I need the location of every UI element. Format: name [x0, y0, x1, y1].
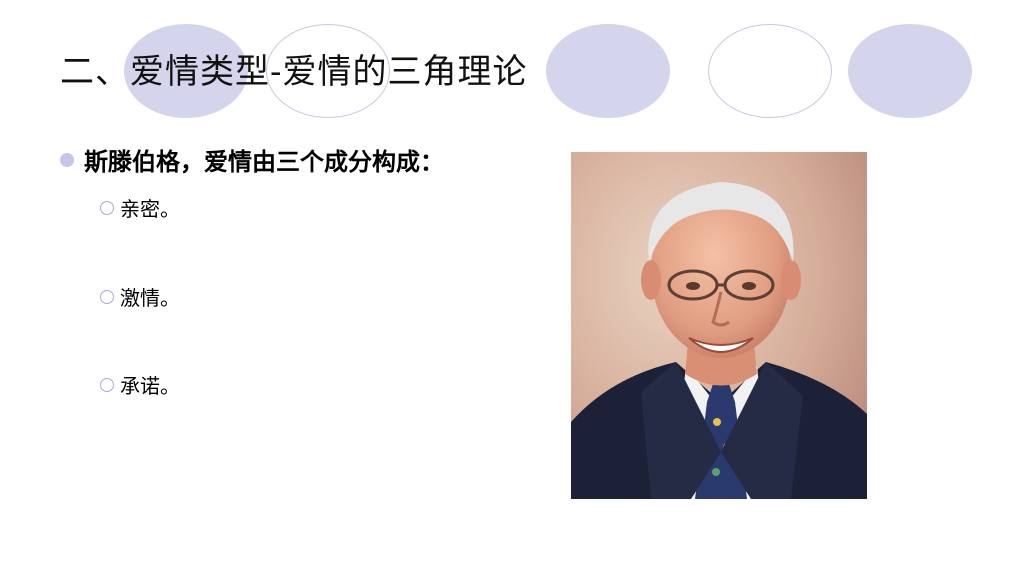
decor-circle-5 [848, 24, 972, 118]
slide-title: 二、爱情类型-爱情的三角理论 [60, 52, 528, 92]
list-item-1: 亲密。 [100, 193, 180, 222]
ring-bullet-icon [100, 289, 114, 304]
ring-bullet-icon [100, 377, 114, 392]
ring-bullet-icon [100, 200, 114, 215]
decor-circle-3 [546, 24, 670, 118]
list-item-label: 亲密。 [120, 197, 180, 221]
list-item-label: 激情。 [120, 286, 180, 310]
slide: 二、爱情类型-爱情的三角理论 斯滕伯格，爱情由三个成分构成： 亲密。 激情。 承… [0, 0, 1024, 576]
list-item-2: 激情。 [100, 282, 180, 311]
bullet-dot-icon [60, 152, 74, 167]
list-item-label: 承诺。 [120, 374, 180, 398]
main-bullet: 斯滕伯格，爱情由三个成分构成： [60, 142, 444, 177]
portrait-illustration [571, 152, 867, 499]
portrait-photo [571, 152, 867, 499]
list-item-3: 承诺。 [100, 370, 180, 399]
bullet-text: 斯滕伯格，爱情由三个成分构成： [84, 148, 444, 176]
decor-circle-4 [708, 24, 832, 118]
